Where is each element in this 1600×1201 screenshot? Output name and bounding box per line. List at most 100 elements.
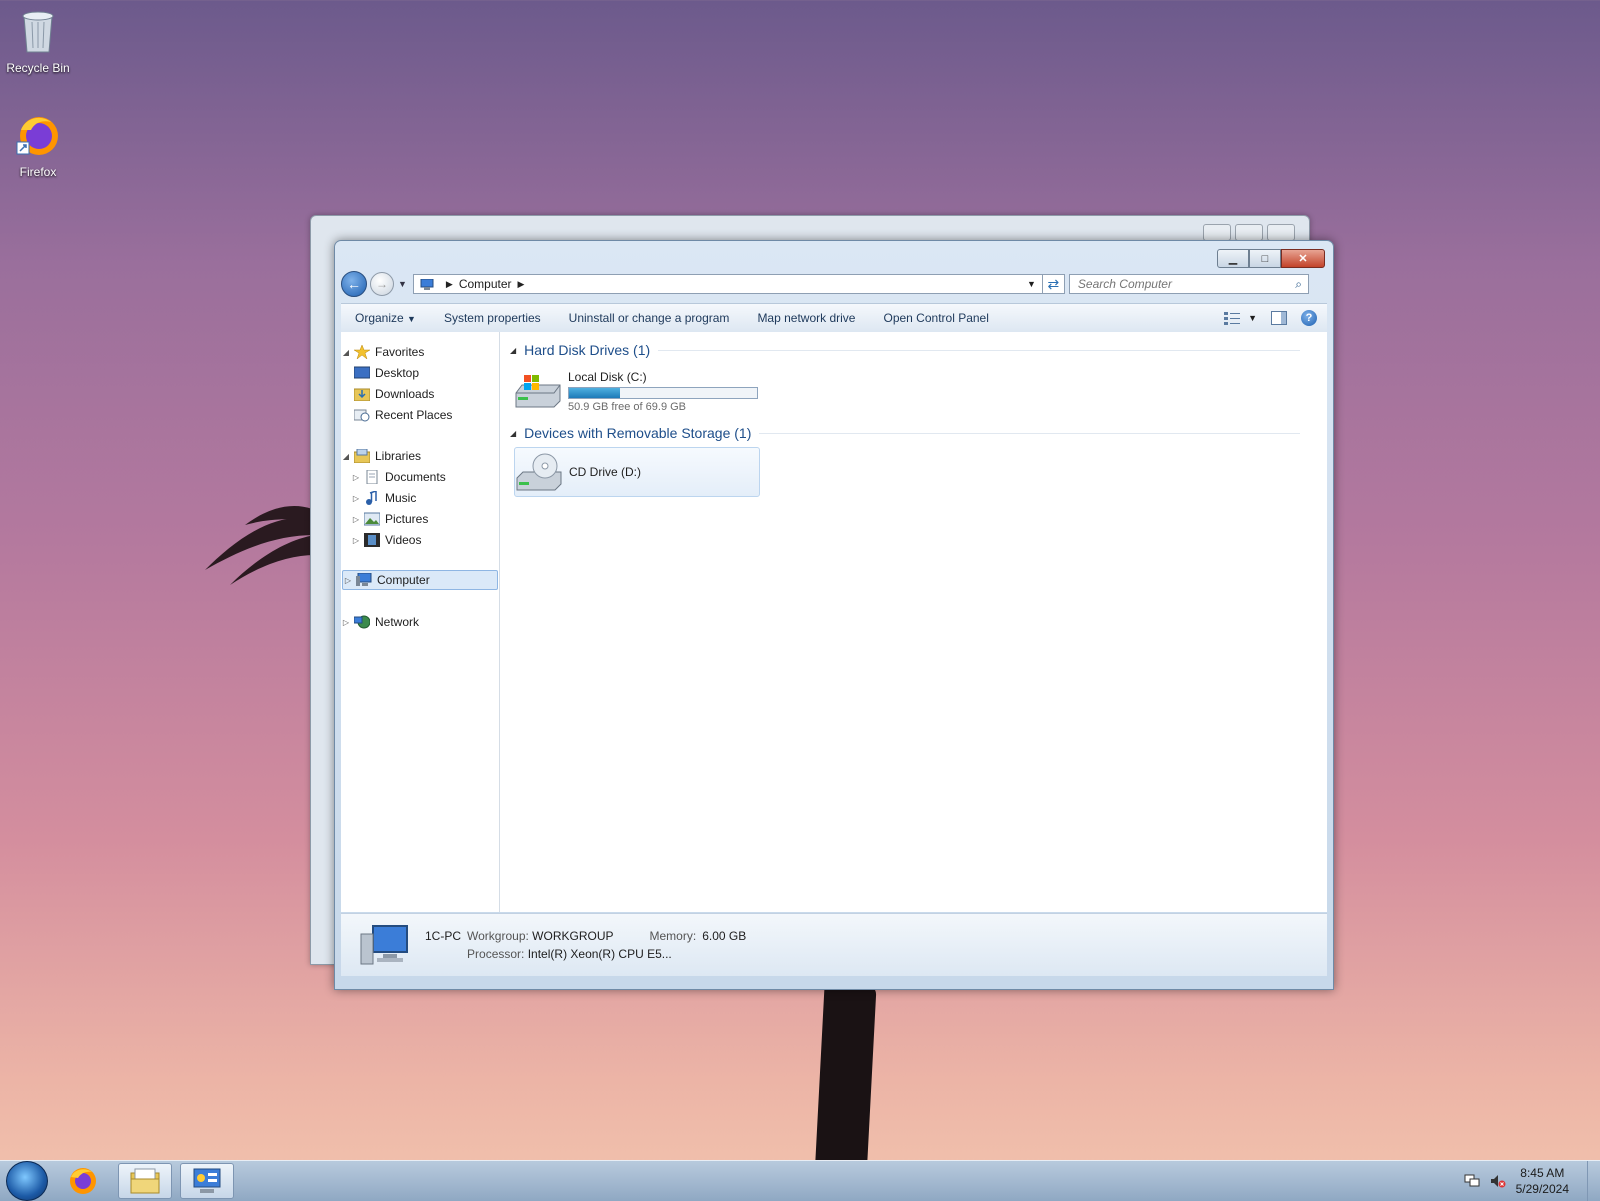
expand-triangle-icon[interactable]: ▷ (351, 515, 361, 524)
breadcrumb-chevron-icon[interactable]: ▶ (518, 279, 525, 290)
breadcrumb-chevron-icon[interactable]: ▶ (446, 279, 453, 290)
memory-label: Memory: (649, 929, 697, 943)
network-status-icon[interactable] (1464, 1174, 1480, 1188)
nav-label: Favorites (375, 345, 425, 359)
expand-triangle-icon[interactable]: ▷ (351, 494, 361, 503)
recent-pages-dropdown[interactable]: ▼ (398, 279, 407, 289)
volume-muted-icon[interactable] (1490, 1174, 1506, 1188)
details-pane: 1C-PC Workgroup: WORKGROUP Memory: 6.00 … (341, 913, 1327, 976)
breadcrumb-computer[interactable]: Computer (459, 277, 512, 291)
palm-trunk-decoration (815, 985, 877, 1160)
drive-local-disk-c[interactable]: Local Disk (C:) 50.9 GB free of 69.9 GB (514, 366, 760, 416)
uninstall-program-button[interactable]: Uninstall or change a program (555, 311, 744, 325)
map-network-drive-button[interactable]: Map network drive (743, 311, 869, 325)
nav-item-pictures[interactable]: ▷ Pictures (341, 509, 497, 529)
search-input[interactable] (1075, 276, 1296, 292)
star-icon (354, 345, 370, 359)
hard-disk-icon (515, 375, 561, 408)
group-header-hard-disk-drives[interactable]: ◢ Hard Disk Drives (1) (510, 342, 1300, 358)
nav-label: Network (375, 615, 420, 629)
collapse-triangle-icon[interactable]: ◢ (510, 346, 516, 355)
expand-triangle-icon[interactable]: ▷ (351, 536, 361, 545)
desktop-icon-firefox[interactable]: Firefox (0, 112, 76, 179)
desktop-icon-label: Firefox (19, 165, 57, 179)
recycle-bin-icon (22, 11, 54, 53)
clock[interactable]: 8:45 AM 5/29/2024 (1516, 1165, 1569, 1197)
maximize-icon[interactable] (1235, 224, 1263, 241)
system-properties-button[interactable]: System properties (430, 311, 555, 325)
taskbar-windows-explorer[interactable] (118, 1163, 172, 1199)
nav-label: Pictures (385, 512, 429, 526)
collapse-triangle-icon[interactable]: ◢ (510, 429, 516, 438)
nav-item-desktop[interactable]: Desktop (341, 363, 497, 383)
computer-name: 1C-PC (425, 929, 462, 943)
close-icon[interactable] (1267, 224, 1295, 241)
nav-item-videos[interactable]: ▷ Videos (341, 530, 497, 550)
change-view-button[interactable]: ▼ (1224, 311, 1257, 325)
processor-value: Intel(R) Xeon(R) CPU E5... (527, 947, 672, 961)
forward-button[interactable]: → (370, 272, 394, 296)
nav-item-documents[interactable]: ▷ Documents (341, 467, 497, 487)
desktop-icon (354, 366, 370, 379)
drive-free-space: 50.9 GB free of 69.9 GB (568, 400, 687, 413)
music-icon (366, 491, 377, 505)
computer-icon (360, 925, 408, 965)
collapse-triangle-icon[interactable]: ◢ (341, 452, 351, 461)
start-button[interactable] (6, 1161, 48, 1201)
control-panel-icon (193, 1168, 221, 1193)
show-desktop-button[interactable] (1587, 1161, 1600, 1201)
help-icon[interactable]: ? (1301, 310, 1317, 326)
back-button[interactable]: ← (341, 271, 367, 297)
expand-triangle-icon[interactable]: ▷ (341, 618, 351, 627)
collapse-triangle-icon[interactable]: ◢ (341, 348, 351, 357)
close-button[interactable]: ✕ (1281, 249, 1325, 268)
system-details: 1C-PC Workgroup: WORKGROUP Memory: 6.00 … (425, 929, 746, 961)
drive-info: Local Disk (C:) 50.9 GB free of 69.9 GB (568, 370, 758, 413)
nav-item-network[interactable]: ▷ Network (341, 612, 497, 632)
explorer-window[interactable]: ▁ □ ✕ ← → ▼ ▶ Computer ▶ ▼ ⇄ ⌕ Organize … (334, 240, 1334, 990)
minimize-button[interactable]: ▁ (1217, 249, 1249, 268)
nav-item-libraries[interactable]: ◢ Libraries (341, 446, 497, 466)
nav-item-favorites[interactable]: ◢ Favorites (341, 342, 497, 362)
clock-date: 5/29/2024 (1515, 1182, 1569, 1196)
open-control-panel-button[interactable]: Open Control Panel (869, 311, 1002, 325)
processor-row: Processor: Intel(R) Xeon(R) CPU E5... (467, 947, 746, 961)
nav-item-recent-places[interactable]: Recent Places (341, 405, 497, 425)
taskbar-control-panel[interactable] (180, 1163, 234, 1199)
desktop-icon-label: Recycle Bin (6, 61, 70, 75)
expand-triangle-icon[interactable]: ▷ (343, 576, 353, 585)
group-divider (658, 349, 1300, 351)
group-header-removable-storage[interactable]: ◢ Devices with Removable Storage (1) (510, 425, 1300, 441)
drive-usage-bar (568, 386, 758, 399)
nav-item-music[interactable]: ▷ Music (341, 488, 497, 508)
drive-cd-d[interactable]: CD Drive (D:) (514, 447, 760, 497)
downloads-folder-icon (354, 388, 370, 401)
group-label: Devices with Removable Storage (1) (524, 425, 752, 441)
taskbar-firefox[interactable] (56, 1163, 110, 1199)
navigation-bar: ← → ▼ ▶ Computer ▶ ▼ ⇄ ⌕ (341, 271, 1327, 297)
clock-time: 8:45 AM (1520, 1166, 1565, 1180)
organize-button[interactable]: Organize ▼ (341, 311, 430, 325)
computer-icon (420, 278, 434, 290)
background-window-caption-buttons[interactable] (1203, 224, 1295, 241)
nav-label: Computer (377, 573, 430, 587)
drive-usage-fill (569, 387, 621, 398)
nav-item-computer[interactable]: ▷ Computer (342, 570, 498, 590)
nav-item-downloads[interactable]: Downloads (341, 384, 497, 404)
group-divider (759, 432, 1300, 434)
videos-icon (364, 533, 380, 547)
group-label: Hard Disk Drives (1) (524, 342, 651, 358)
search-box[interactable]: ⌕ (1068, 274, 1309, 294)
navigation-pane[interactable]: ◢ Favorites Desktop Downloads Recent Pla… (341, 332, 500, 912)
maximize-button[interactable]: □ (1249, 249, 1281, 268)
expand-triangle-icon[interactable]: ▷ (351, 473, 361, 482)
minimize-icon[interactable] (1203, 224, 1231, 241)
search-icon[interactable]: ⌕ (1295, 277, 1302, 292)
refresh-button[interactable]: ⇄ (1042, 274, 1065, 294)
desktop-icon-recycle-bin[interactable]: Recycle Bin (0, 8, 76, 75)
drives-pane[interactable]: ◢ Hard Disk Drives (1) Local Disk (C:) 5… (500, 332, 1327, 912)
address-bar[interactable]: ▶ Computer ▶ ▼ (412, 274, 1043, 294)
preview-pane-icon[interactable] (1271, 311, 1287, 325)
address-history-dropdown-icon[interactable]: ▼ (1027, 279, 1036, 289)
